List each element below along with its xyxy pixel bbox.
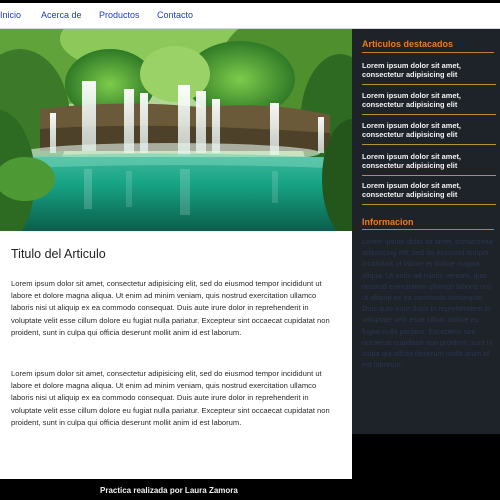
- nav-link-productos[interactable]: Productos: [99, 10, 140, 21]
- divider: [362, 144, 496, 145]
- featured-article-link[interactable]: Lorem ipsum dolor sit amet, consectetur …: [362, 91, 496, 109]
- nav-link-contacto[interactable]: Contacto: [157, 10, 193, 21]
- info-title: Informacion: [362, 217, 414, 227]
- footer-credit: Practica realizada por Laura Zamora: [100, 486, 238, 495]
- divider: [362, 114, 496, 115]
- featured-article-link[interactable]: Lorem ipsum dolor sit amet, consectetur …: [362, 121, 496, 139]
- sidebar: Articulos destacados Lorem ipsum dolor s…: [352, 29, 500, 434]
- featured-article-link[interactable]: Lorem ipsum dolor sit amet, consectetur …: [362, 61, 496, 79]
- nav-link-inicio[interactable]: Inicio: [0, 10, 21, 21]
- article-paragraph: Lorem ipsum dolor sit amet, consectetur …: [11, 369, 330, 427]
- main-nav: Inicio Acerca de Productos Contacto: [0, 3, 500, 29]
- info-text: Lorem ipsum dolor sit amet, consectetur …: [362, 237, 494, 370]
- divider: [362, 204, 496, 205]
- featured-article-link[interactable]: Lorem ipsum dolor sit amet, consectetur …: [362, 152, 496, 170]
- divider: [362, 175, 496, 176]
- article-section: Titulo del Articulo Lorem ipsum dolor si…: [0, 231, 352, 479]
- article-paragraph: Lorem ipsum dolor sit amet, consectetur …: [11, 279, 330, 337]
- hero-image: [0, 29, 352, 231]
- featured-title-rule: [362, 52, 494, 53]
- waterfall-lagoon-illustration: [0, 29, 352, 231]
- featured-article-link[interactable]: Lorem ipsum dolor sit amet, consectetur …: [362, 181, 496, 199]
- featured-articles-title: Articulos destacados: [362, 39, 454, 49]
- article-title: Titulo del Articulo: [11, 247, 106, 261]
- divider: [362, 84, 496, 85]
- nav-link-acerca-de[interactable]: Acerca de: [41, 10, 82, 21]
- info-title-rule: [362, 229, 494, 230]
